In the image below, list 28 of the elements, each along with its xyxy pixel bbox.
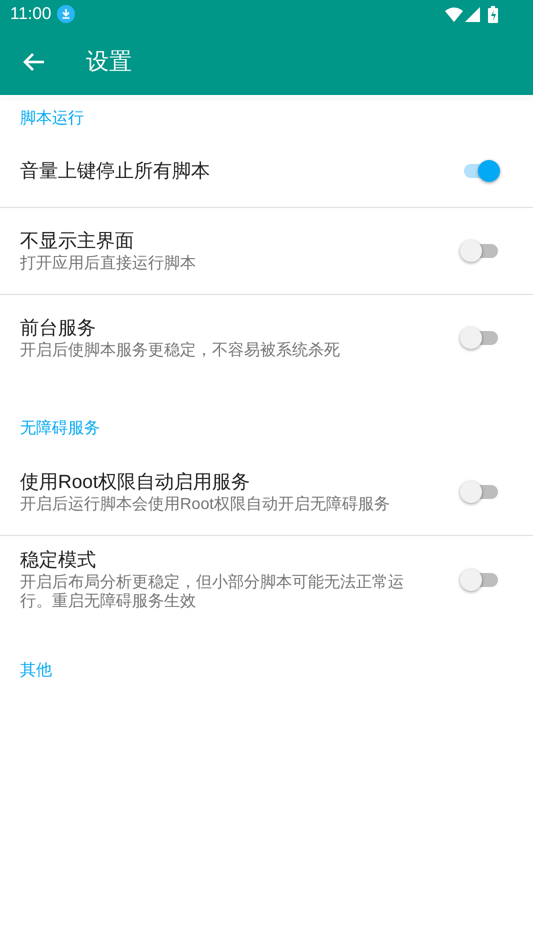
toggle-switch[interactable]	[460, 239, 500, 263]
setting-row[interactable]: 不显示主界面 打开应用后直接运行脚本	[0, 208, 533, 294]
battery-icon	[488, 6, 498, 22]
setting-row[interactable]: 稳定模式 开启后布局分析更稳定，但小部分脚本可能无法正常运行。重启无障碍服务生效	[0, 536, 533, 623]
toggle-switch[interactable]	[460, 480, 500, 504]
toolbar-title: 设置	[86, 47, 132, 76]
setting-title: 不显示主界面	[20, 230, 135, 254]
toggle-switch[interactable]	[460, 326, 500, 350]
setting-description: 开启后使脚本服务更稳定，不容易被系统杀死	[20, 341, 341, 360]
setting-description: 开启后布局分析更稳定，但小部分脚本可能无法正常运行。重启无障碍服务生效	[20, 573, 405, 611]
status-time: 11:00	[10, 3, 52, 26]
setting-row[interactable]: 前台服务 开启后使脚本服务更稳定，不容易被系统杀死	[0, 295, 533, 381]
download-icon	[57, 5, 76, 23]
setting-row[interactable]: 使用Root权限自动启用服务 开启后运行脚本会使用Root权限自动开启无障碍服务	[0, 449, 533, 535]
setting-title: 音量上键停止所有脚本	[20, 160, 211, 184]
setting-title: 稳定模式	[20, 549, 97, 573]
back-arrow-icon	[23, 52, 45, 72]
section-header: 无障碍服务	[20, 418, 100, 439]
toggle-switch[interactable]	[460, 568, 500, 592]
setting-title: 使用Root权限自动启用服务	[20, 471, 252, 495]
wifi-icon	[445, 6, 463, 22]
section-header: 其他	[20, 660, 52, 681]
section-header: 脚本运行	[20, 108, 84, 129]
signal-icon	[465, 6, 480, 22]
setting-title: 前台服务	[20, 317, 97, 341]
setting-description: 开启后运行脚本会使用Root权限自动开启无障碍服务	[20, 495, 391, 514]
setting-description: 打开应用后直接运行脚本	[20, 254, 197, 273]
setting-row[interactable]: 音量上键停止所有脚本	[0, 135, 533, 207]
